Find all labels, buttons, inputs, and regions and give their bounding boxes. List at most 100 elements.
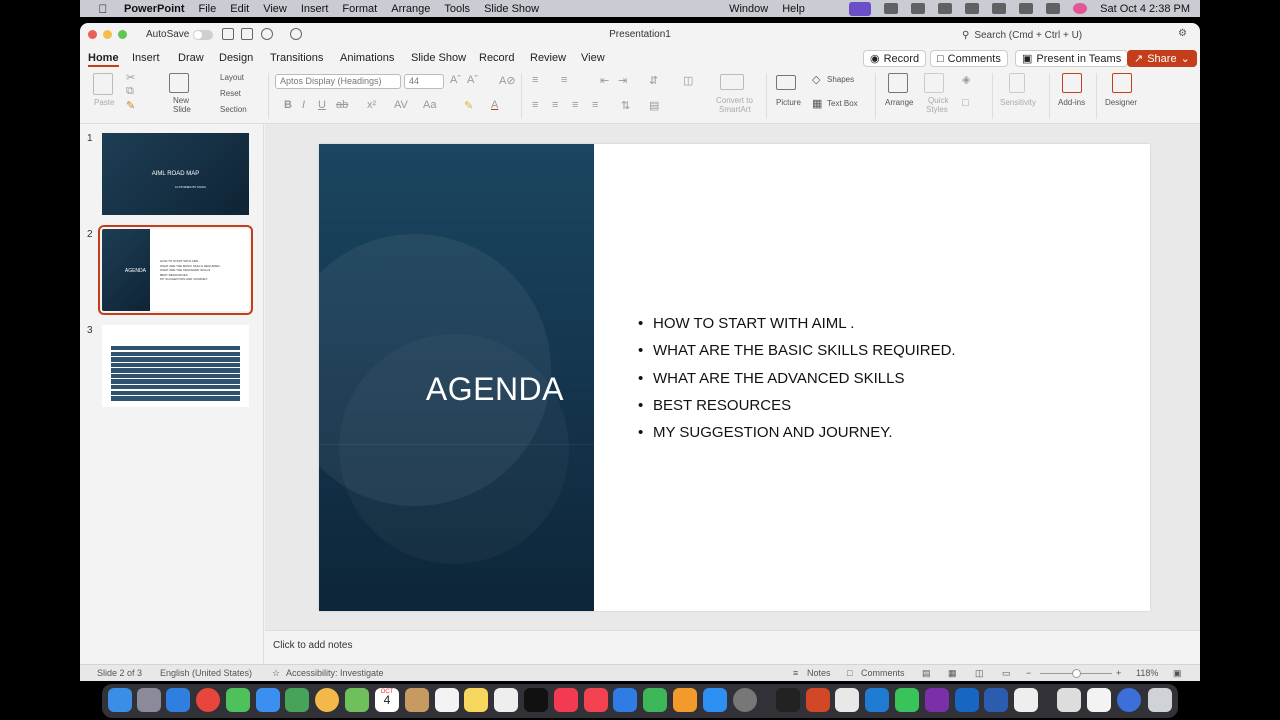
terminal-icon[interactable] (776, 688, 800, 712)
numbering-icon[interactable]: ≡ (561, 74, 567, 86)
highlight-icon[interactable]: ✎ (464, 99, 473, 112)
notes-pane[interactable]: Click to add notes (265, 630, 1200, 664)
reminders-icon[interactable] (435, 688, 459, 712)
share-button[interactable]: ↗ Share ⌄ (1127, 50, 1197, 67)
keynote-icon[interactable] (613, 688, 637, 712)
settings-icon[interactable]: ⚙ (1178, 28, 1190, 40)
font-size-select[interactable]: 44 (404, 74, 444, 89)
present-in-teams-button[interactable]: ▣ Present in Teams (1015, 50, 1129, 67)
mail-icon[interactable] (256, 688, 280, 712)
shape-fill-icon[interactable]: ◈ (962, 73, 970, 86)
align-center-icon[interactable]: ≡ (552, 99, 558, 111)
word-icon[interactable] (984, 688, 1008, 712)
safari-icon[interactable] (166, 688, 190, 712)
siri-icon[interactable] (1073, 3, 1088, 14)
notes-toggle[interactable]: Notes (807, 668, 831, 678)
strikethrough-icon[interactable]: ab (336, 99, 348, 111)
menu-help[interactable]: Help (782, 3, 805, 15)
notes-icon[interactable]: ≡ (793, 668, 798, 678)
bullets-icon[interactable]: ≡ (532, 74, 538, 86)
facetime-icon[interactable] (345, 688, 369, 712)
current-slide[interactable]: AGENDA HOW TO START WITH AIML . WHAT ARE… (319, 144, 1150, 611)
reading-view-icon[interactable]: ◫ (975, 668, 984, 679)
text-box-icon[interactable]: ▦ (812, 97, 822, 110)
zoom-slider-thumb[interactable] (1072, 669, 1081, 678)
paste-icon[interactable] (93, 73, 113, 95)
powerpoint-icon[interactable] (806, 688, 830, 712)
app-store-icon[interactable] (703, 688, 727, 712)
underline-icon[interactable]: U (318, 99, 326, 111)
align-left-icon[interactable]: ≡ (532, 99, 538, 111)
apple-tv-icon[interactable] (524, 688, 548, 712)
menu-window[interactable]: Window (729, 3, 768, 15)
comments-status-icon[interactable]: □ (847, 668, 852, 678)
cut-icon[interactable]: ✂ (126, 71, 135, 84)
text-direction-icon[interactable]: ⇅ (621, 99, 630, 112)
finder-icon[interactable] (108, 688, 132, 712)
menu-app-name[interactable]: PowerPoint (124, 3, 185, 15)
slide-show-icon[interactable]: ▭ (1002, 668, 1011, 679)
document-icon[interactable] (1087, 688, 1111, 712)
status-icon-c[interactable] (938, 3, 953, 14)
reset-button[interactable]: Reset (220, 89, 241, 98)
shapes-button[interactable]: Shapes (827, 75, 854, 84)
search-box[interactable]: ⚲ Search (Cmd + Ctrl + U) (962, 28, 1172, 43)
tab-review[interactable]: Review (530, 52, 566, 64)
tab-insert[interactable]: Insert (132, 52, 160, 64)
change-case-icon[interactable]: Aa (423, 99, 436, 111)
copy-icon[interactable]: ⧉ (126, 85, 134, 98)
photos-icon[interactable] (315, 688, 339, 712)
tab-slide-show[interactable]: Slide Show (411, 52, 466, 64)
increase-font-icon[interactable]: Aˆ (450, 74, 461, 86)
app-icon[interactable] (1014, 688, 1038, 712)
messages-icon[interactable] (226, 688, 250, 712)
italic-icon[interactable]: I (302, 99, 305, 111)
notes-app-icon[interactable] (464, 688, 488, 712)
comments-button[interactable]: □ Comments (930, 50, 1008, 67)
picture-icon[interactable] (776, 75, 796, 90)
character-spacing-icon[interactable]: AV (394, 99, 408, 111)
text-box-button[interactable]: Text Box (827, 99, 858, 108)
arrange-icon[interactable] (888, 73, 908, 93)
control-center-icon[interactable] (1046, 3, 1061, 14)
menu-slide-show[interactable]: Slide Show (484, 3, 539, 15)
outlook-icon[interactable] (955, 688, 979, 712)
slide-thumbnail-3[interactable] (102, 325, 249, 407)
menu-arrange[interactable]: Arrange (391, 3, 430, 15)
align-right-icon[interactable]: ≡ (572, 99, 578, 111)
decrease-indent-icon[interactable]: ⇤ (600, 74, 609, 87)
designer-icon[interactable] (1112, 73, 1132, 93)
status-icon-b[interactable] (911, 3, 926, 14)
pages-icon[interactable] (673, 688, 697, 712)
app-icon[interactable] (1117, 688, 1141, 712)
fit-to-window-icon[interactable]: ▣ (1173, 668, 1182, 679)
quick-styles-icon[interactable] (924, 73, 944, 93)
freeform-icon[interactable] (494, 688, 518, 712)
sensitivity-icon[interactable] (1009, 73, 1025, 93)
trash-icon[interactable] (1148, 688, 1172, 712)
language-indicator[interactable]: English (United States) (160, 668, 252, 678)
tab-home[interactable]: Home (88, 52, 119, 67)
zoom-out-icon[interactable]: − (1026, 668, 1031, 678)
chrome-icon[interactable] (196, 688, 220, 712)
vscode-icon[interactable] (865, 688, 889, 712)
section-button[interactable]: Section (220, 105, 247, 114)
launchpad-icon[interactable] (137, 688, 161, 712)
calendar-icon[interactable]: OCT 4 (375, 688, 399, 712)
tab-record[interactable]: Record (479, 52, 514, 64)
format-painter-icon[interactable]: ✎ (126, 99, 135, 112)
menubar-clock[interactable]: Sat Oct 4 2:38 PM (1100, 3, 1190, 15)
preview-icon[interactable] (1057, 688, 1081, 712)
accessibility-status[interactable]: Accessibility: Investigate (286, 668, 384, 678)
screen-record-icon[interactable] (849, 1, 872, 16)
shapes-icon[interactable]: ◇ (812, 73, 820, 86)
spotlight-icon[interactable] (1019, 3, 1034, 14)
tab-draw[interactable]: Draw (178, 52, 204, 64)
menu-edit[interactable]: Edit (230, 3, 249, 15)
music-icon[interactable] (554, 688, 578, 712)
comments-toggle[interactable]: Comments (861, 668, 905, 678)
slide-bullet-list[interactable]: HOW TO START WITH AIML . WHAT ARE THE BA… (653, 310, 956, 446)
menu-insert[interactable]: Insert (301, 3, 329, 15)
bold-icon[interactable]: B (284, 99, 292, 111)
shape-outline-icon[interactable]: □ (962, 97, 969, 109)
